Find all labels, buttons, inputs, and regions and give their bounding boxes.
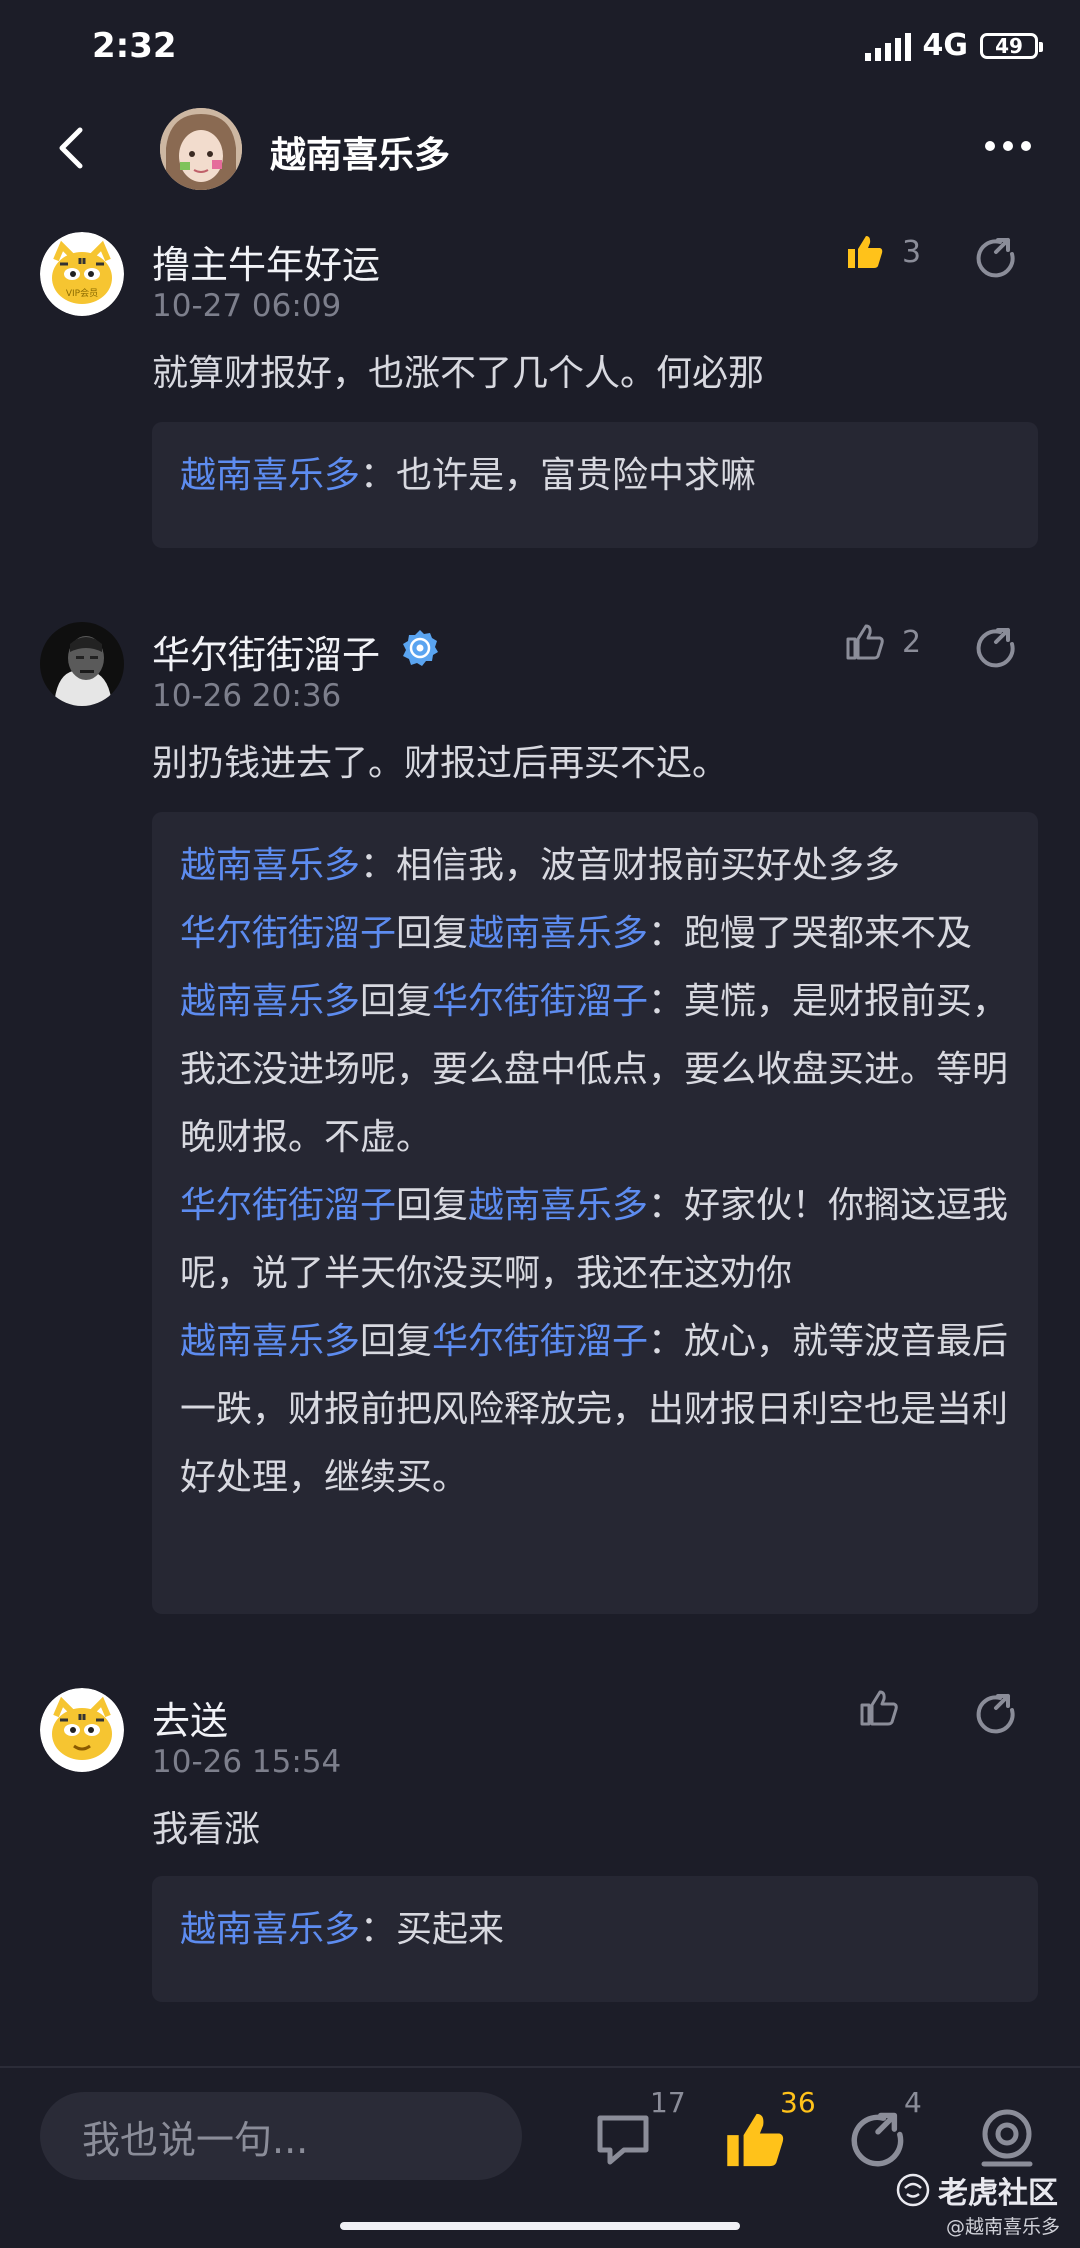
comment-input-placeholder: 我也说一句... [82, 2117, 309, 2162]
reply-item[interactable]: 越南喜乐多：买起来 [180, 1896, 1010, 1964]
status-indicators: 4G 49 [864, 28, 1043, 63]
comment-count: 17 [650, 2086, 686, 2119]
reply-target[interactable]: 华尔街街溜子 [432, 981, 648, 1022]
signal-icon [864, 31, 911, 61]
comment-author[interactable]: 去送 [152, 1690, 228, 1745]
like-count: 3 [902, 234, 922, 270]
share-button[interactable] [968, 230, 1024, 286]
reply-text: ：相信我，波音财报前买好处多多 [360, 845, 901, 886]
share-button[interactable] [968, 1686, 1024, 1742]
comment-text: 我看涨 [152, 1809, 261, 1850]
share-count: 4 [904, 2086, 922, 2119]
thumbs-up-icon [860, 1690, 898, 1726]
thumbs-up-icon [846, 624, 884, 660]
avatar[interactable] [40, 1688, 124, 1772]
watermark: 老虎社区 [896, 2168, 1058, 2212]
like-button[interactable] [860, 1690, 916, 1726]
reply-author[interactable]: 越南喜乐多 [180, 1909, 360, 1950]
battery-level: 49 [995, 33, 1023, 58]
like-button[interactable]: 3 [846, 234, 921, 270]
reply-item[interactable]: 越南喜乐多：也许是，富贵险中求嘛 [180, 442, 1010, 510]
comment-author[interactable]: 撸主牛年好运 [152, 234, 380, 289]
status-bar: 2:32 4G 49 [0, 0, 1080, 96]
battery-icon: 49 [980, 32, 1043, 59]
reply-author[interactable]: 华尔街街溜子 [180, 1185, 396, 1226]
avatar[interactable]: VIP会员 [40, 232, 124, 316]
reply-item[interactable]: 越南喜乐多：相信我，波音财报前买好处多多 [180, 832, 1010, 900]
reply-item[interactable]: 华尔街街溜子回复越南喜乐多：跑慢了哭都来不及 [180, 900, 1010, 968]
verified-badge-icon [403, 630, 438, 666]
back-button[interactable] [40, 116, 104, 180]
tiger-logo-icon [896, 2173, 930, 2207]
home-indicator[interactable] [340, 2222, 740, 2230]
comment-author[interactable]: 华尔街街溜子 [152, 624, 380, 679]
avatar[interactable] [160, 108, 242, 190]
comment-text: 就算财报好，也涨不了几个人。何必那 [152, 353, 765, 394]
status-time: 2:32 [92, 26, 177, 66]
comment-time: 10-27 06:09 [152, 288, 342, 324]
reply-item[interactable]: 越南喜乐多回复华尔街街溜子：莫慌，是财报前买，我还没进场呢，要么盘中低点，要么收… [180, 968, 1010, 1172]
like-button[interactable]: 36 [724, 2086, 816, 2180]
reply-text: ：跑慢了哭都来不及 [648, 913, 973, 954]
reply-target[interactable]: 华尔街街溜子 [432, 1321, 648, 1362]
comment-button[interactable]: 17 [594, 2086, 686, 2180]
reply-author[interactable]: 华尔街街溜子 [180, 913, 396, 954]
reply-word: 回复 [360, 1321, 433, 1362]
reply-word: 回复 [396, 1185, 469, 1226]
share-button[interactable] [968, 620, 1024, 676]
more-icon [985, 141, 1031, 151]
svg-text:VIP会员: VIP会员 [66, 287, 98, 299]
share-icon [976, 1694, 1015, 1734]
comment-time: 10-26 20:36 [152, 678, 342, 714]
more-button[interactable] [976, 126, 1040, 166]
reply-text: ：也许是，富贵险中求嘛 [360, 455, 757, 496]
reply-box: 越南喜乐多：买起来 [152, 1876, 1038, 2002]
back-arrow-icon [59, 127, 83, 169]
comment-text: 别扔钱进去了。财报过后再买不迟。 [152, 743, 729, 784]
bottom-action-bar: 我也说一句... 17 36 4 老虎社区 @越南喜乐多 [0, 2068, 1080, 2248]
page-title: 越南喜乐多 [270, 135, 451, 176]
like-count: 2 [902, 624, 922, 660]
reply-box: 越南喜乐多：也许是，富贵险中求嘛 [152, 422, 1038, 548]
reply-author[interactable]: 越南喜乐多 [180, 981, 360, 1022]
like-button[interactable]: 2 [846, 624, 921, 660]
share-icon [976, 238, 1015, 278]
reply-author[interactable]: 越南喜乐多 [180, 1321, 360, 1362]
header: 越南喜乐多 [0, 96, 1080, 204]
thumbs-up-icon [848, 236, 883, 268]
share-icon [976, 628, 1015, 668]
reply-word: 回复 [396, 913, 469, 954]
like-count: 36 [780, 2086, 816, 2119]
comment-time: 10-26 15:54 [152, 1744, 342, 1780]
reply-target[interactable]: 越南喜乐多 [468, 913, 648, 954]
thumbs-up-icon [727, 2113, 784, 2167]
reply-word: 回复 [360, 981, 433, 1022]
comment-icon [597, 2115, 649, 2165]
reply-target[interactable]: 越南喜乐多 [468, 1185, 648, 1226]
reply-box: 越南喜乐多：相信我，波音财报前买好处多多 华尔街街溜子回复越南喜乐多：跑慢了哭都… [152, 812, 1038, 1614]
watermark-handle: @越南喜乐多 [945, 2216, 1060, 2238]
share-icon [851, 2112, 904, 2167]
reply-item[interactable]: 华尔街街溜子回复越南喜乐多：好家伙！你搁这逗我呢，说了半天你没买啊，我还在这劝你 [180, 1172, 1010, 1308]
reply-author[interactable]: 越南喜乐多 [180, 455, 360, 496]
comment-input[interactable]: 我也说一句... [40, 2092, 522, 2180]
avatar[interactable] [40, 622, 124, 706]
camera-icon [981, 2109, 1033, 2167]
reply-item[interactable]: 越南喜乐多回复华尔街街溜子：放心，就等波音最后一跌，财报前把风险释放完，出财报日… [180, 1308, 1010, 1512]
reply-text: ：买起来 [360, 1909, 505, 1950]
reply-author[interactable]: 越南喜乐多 [180, 845, 360, 886]
network-type: 4G [922, 28, 969, 63]
watermark-brand: 老虎社区 [938, 2176, 1058, 2211]
